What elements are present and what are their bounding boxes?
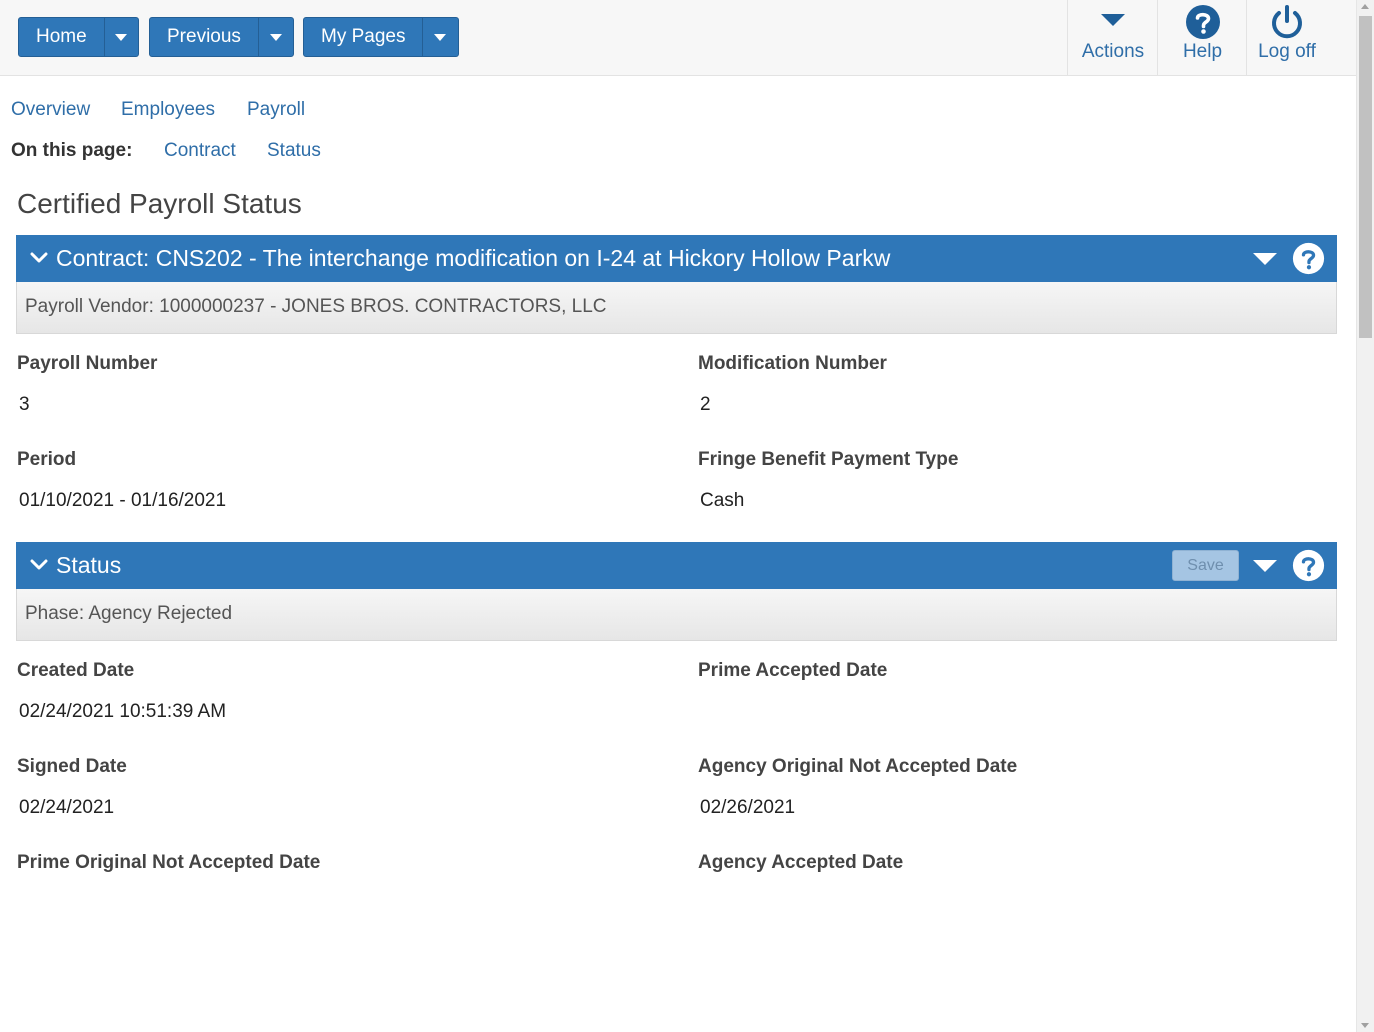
contract-panel-header[interactable]: Contract: CNS202 - The interchange modif… [16, 235, 1337, 282]
payroll-number-value: 3 [19, 394, 30, 415]
power-icon [1272, 5, 1302, 39]
created-date-value: 02/24/2021 10:51:39 AM [19, 701, 227, 722]
modification-number-label: Modification Number [698, 353, 887, 374]
period-value: 01/10/2021 - 01/16/2021 [19, 490, 227, 511]
phase-text: Phase: Agency Rejected [25, 603, 233, 624]
modification-number-value: 2 [700, 394, 711, 415]
page-link-status[interactable]: Status [267, 140, 321, 162]
signed-date-value: 02/24/2021 [19, 797, 115, 818]
caret-down-icon [1101, 14, 1125, 26]
help-button[interactable]: Help [1157, 0, 1247, 75]
panel-menu-caret-icon[interactable] [1253, 253, 1277, 265]
save-button[interactable]: Save [1172, 550, 1239, 581]
payroll-number-label: Payroll Number [17, 353, 158, 374]
home-button[interactable]: Home [19, 18, 104, 56]
panel-menu-caret-icon[interactable] [1253, 560, 1277, 572]
signed-date-label: Signed Date [17, 756, 127, 777]
prime-original-not-accepted-date-label: Prime Original Not Accepted Date [17, 852, 321, 873]
period-label: Period [17, 449, 77, 470]
vertical-scrollbar[interactable] [1356, 0, 1374, 1032]
nav-link-payroll[interactable]: Payroll [247, 99, 305, 121]
log-off-button[interactable]: Log off [1246, 0, 1327, 75]
caret-down-icon [269, 33, 282, 41]
page-title: Certified Payroll Status [17, 188, 302, 219]
fringe-benefit-label: Fringe Benefit Payment Type [698, 449, 959, 470]
my-pages-button[interactable]: My Pages [304, 18, 422, 56]
help-label: Help [1182, 41, 1223, 62]
previous-button[interactable]: Previous [150, 18, 258, 56]
prime-accepted-date-label: Prime Accepted Date [698, 660, 888, 681]
fringe-benefit-value: Cash [700, 490, 745, 511]
scroll-up-arrow-icon[interactable] [1361, 4, 1369, 9]
nav-link-overview[interactable]: Overview [11, 99, 90, 121]
chevron-down-icon [30, 252, 48, 263]
log-off-label: Log off [1258, 41, 1316, 62]
on-this-page-label: On this page: [11, 140, 133, 161]
previous-split-button: Previous [149, 17, 294, 57]
home-split-button: Home [18, 17, 139, 57]
page: Home Previous My Pages Actions Help Log … [0, 0, 1356, 1032]
payroll-vendor-text: Payroll Vendor: 1000000237 - JONES BROS.… [25, 296, 607, 317]
agency-original-not-accepted-date-value: 02/26/2021 [700, 797, 796, 818]
actions-menu-button[interactable]: Actions [1067, 0, 1158, 75]
caret-down-icon [434, 33, 447, 41]
question-circle-icon[interactable] [1292, 242, 1325, 275]
question-circle-icon [1185, 5, 1220, 39]
question-circle-icon[interactable] [1292, 549, 1325, 582]
agency-accepted-date-label: Agency Accepted Date [698, 852, 904, 873]
chevron-down-icon [30, 559, 48, 570]
actions-label: Actions [1081, 41, 1145, 62]
nav-link-employees[interactable]: Employees [121, 99, 215, 121]
my-pages-dropdown-button[interactable] [422, 18, 457, 56]
top-toolbar: Home Previous My Pages Actions Help Log … [0, 0, 1356, 76]
scroll-down-arrow-icon[interactable] [1361, 1023, 1369, 1028]
contract-panel-title: Contract: CNS202 - The interchange modif… [56, 245, 891, 271]
scrollbar-thumb[interactable] [1359, 16, 1372, 338]
status-panel-title: Status [56, 552, 122, 578]
status-panel-header[interactable]: Status Save [16, 542, 1337, 589]
status-panel-subheader: Phase: Agency Rejected [16, 589, 1337, 641]
contract-panel-subheader: Payroll Vendor: 1000000237 - JONES BROS.… [16, 282, 1337, 334]
home-dropdown-button[interactable] [103, 18, 138, 56]
previous-dropdown-button[interactable] [257, 18, 293, 56]
page-link-contract[interactable]: Contract [164, 140, 236, 162]
my-pages-split-button: My Pages [303, 17, 459, 57]
caret-down-icon [115, 33, 128, 41]
created-date-label: Created Date [17, 660, 135, 681]
agency-original-not-accepted-date-label: Agency Original Not Accepted Date [698, 756, 1018, 777]
